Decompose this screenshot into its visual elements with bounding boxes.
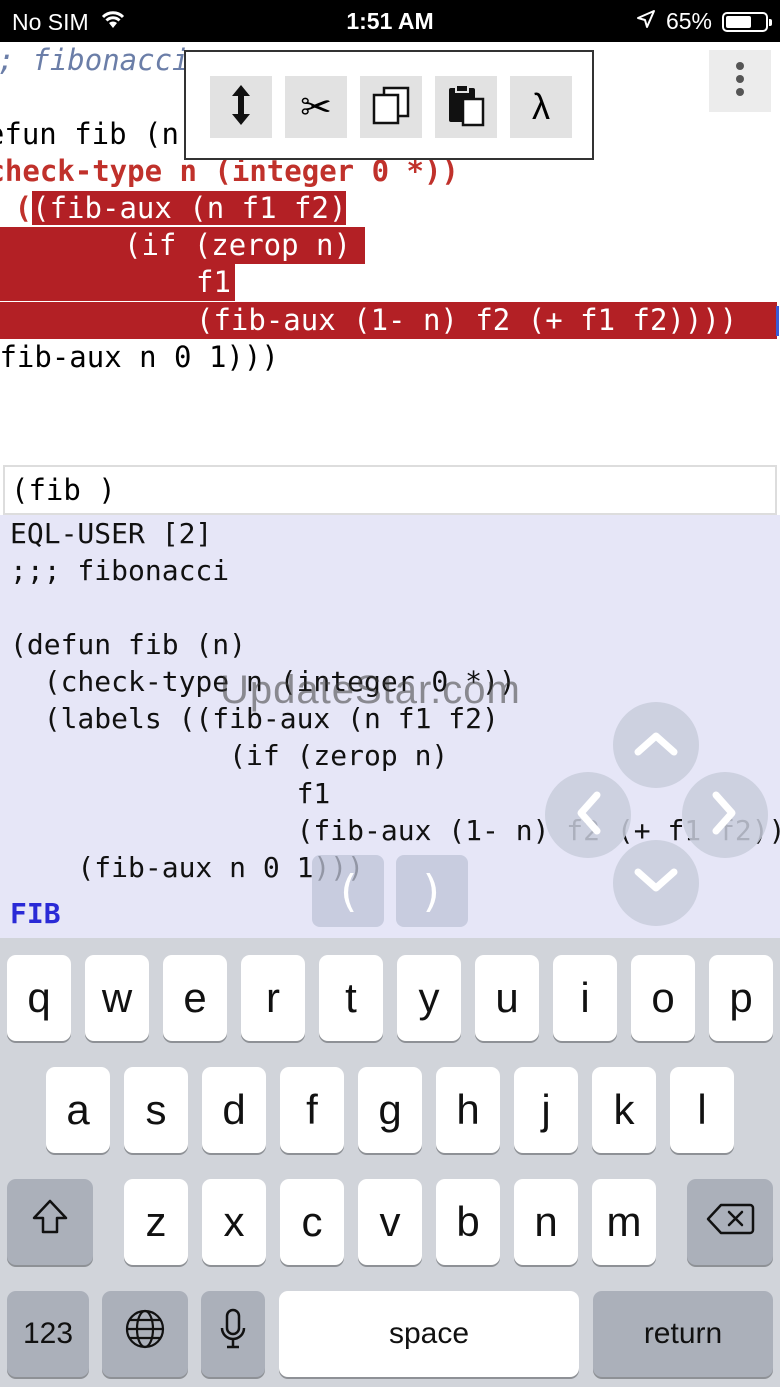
- key-l[interactable]: l: [670, 1067, 734, 1153]
- arrow-up-button[interactable]: [613, 702, 699, 788]
- key-y[interactable]: y: [397, 955, 461, 1041]
- selection-highlight: f1: [0, 264, 235, 301]
- keyboard: q w e r t y u i o p a s d f g h j k l z …: [0, 938, 780, 1387]
- key-p[interactable]: p: [709, 955, 773, 1041]
- key-b[interactable]: b: [436, 1179, 500, 1265]
- chevron-left-icon: [573, 789, 603, 842]
- editor-line: (labels ((fib-aux (n f1 f2): [0, 190, 347, 227]
- backspace-icon: [705, 1198, 755, 1246]
- key-n[interactable]: n: [514, 1179, 578, 1265]
- arrow-right-button[interactable]: [682, 772, 768, 858]
- key-d[interactable]: d: [202, 1067, 266, 1153]
- key-e[interactable]: e: [163, 955, 227, 1041]
- return-key[interactable]: return: [593, 1291, 773, 1377]
- key-w[interactable]: w: [85, 955, 149, 1041]
- edit-toolbar: ✂ λ: [184, 50, 594, 160]
- lambda-button[interactable]: λ: [510, 76, 572, 138]
- watermark: UpdateStar.com: [220, 668, 521, 712]
- key-q[interactable]: q: [7, 955, 71, 1041]
- key-a[interactable]: a: [46, 1067, 110, 1153]
- shift-icon: [30, 1198, 70, 1246]
- globe-icon: [124, 1308, 166, 1360]
- more-vertical-icon: [735, 61, 745, 102]
- repl-line: (if (zerop n): [10, 739, 449, 772]
- chevron-up-icon: [632, 728, 680, 763]
- select-expand-button[interactable]: [210, 76, 272, 138]
- key-h[interactable]: h: [436, 1067, 500, 1153]
- key-k[interactable]: k: [592, 1067, 656, 1153]
- selection-highlight: (if (zerop n): [0, 227, 365, 264]
- repl-line: ;;; fibonacci: [10, 554, 230, 587]
- key-f[interactable]: f: [280, 1067, 344, 1153]
- copy-icon: [370, 85, 412, 130]
- arrow-left-button[interactable]: [545, 772, 631, 858]
- command-input[interactable]: (fib ): [3, 465, 777, 515]
- chevron-down-icon: [632, 866, 680, 901]
- dictation-key[interactable]: [201, 1291, 265, 1377]
- key-m[interactable]: m: [592, 1179, 656, 1265]
- more-menu-button[interactable]: [709, 50, 771, 112]
- key-s[interactable]: s: [124, 1067, 188, 1153]
- vertical-arrows-icon: [229, 83, 253, 132]
- repl-prompt: EQL-USER [2]: [10, 517, 213, 550]
- numbers-key[interactable]: 123: [7, 1291, 89, 1377]
- cut-button[interactable]: ✂: [285, 76, 347, 138]
- key-v[interactable]: v: [358, 1179, 422, 1265]
- editor-text: (defun fib (n): [0, 117, 197, 151]
- key-x[interactable]: x: [202, 1179, 266, 1265]
- key-j[interactable]: j: [514, 1067, 578, 1153]
- microphone-icon: [219, 1308, 247, 1360]
- key-z[interactable]: z: [124, 1179, 188, 1265]
- globe-key[interactable]: [102, 1291, 188, 1377]
- scissors-icon: ✂: [300, 86, 332, 129]
- repl-line: (defun fib (n): [10, 628, 247, 661]
- key-u[interactable]: u: [475, 955, 539, 1041]
- editor-line: (fib-aux n 0 1))): [0, 340, 279, 374]
- paste-icon: [445, 83, 487, 132]
- location-arrow-icon: [636, 8, 656, 35]
- shift-key[interactable]: [7, 1179, 93, 1265]
- paste-button[interactable]: [435, 76, 497, 138]
- key-i[interactable]: i: [553, 955, 617, 1041]
- editor-line: ;; fibonacci: [0, 43, 190, 77]
- key-o[interactable]: o: [631, 955, 695, 1041]
- repl-line: f1: [10, 777, 331, 810]
- key-t[interactable]: t: [319, 955, 383, 1041]
- lambda-icon: λ: [532, 86, 550, 127]
- arrow-down-button[interactable]: [613, 840, 699, 926]
- key-r[interactable]: r: [241, 955, 305, 1041]
- close-paren-button[interactable]: ): [396, 855, 468, 927]
- battery-percent: 65%: [665, 8, 712, 34]
- open-paren-button[interactable]: (: [312, 855, 384, 927]
- repl-line: (fib-aux n 0 1))): [10, 851, 365, 884]
- chevron-right-icon: [710, 789, 740, 842]
- selection-highlight: (fib-aux (1- n) f2 (+ f1 f2)))): [0, 302, 777, 339]
- text-cursor: [776, 306, 779, 336]
- copy-button[interactable]: [360, 76, 422, 138]
- space-key[interactable]: space: [279, 1291, 579, 1377]
- repl-result: FIB: [10, 897, 61, 930]
- selection-highlight: (fib-aux (n f1 f2): [32, 191, 347, 225]
- key-g[interactable]: g: [358, 1067, 422, 1153]
- editor-text: (labels (: [14, 191, 33, 225]
- editor-line: (defun fib (n): [0, 116, 196, 153]
- key-c[interactable]: c: [280, 1179, 344, 1265]
- delete-key[interactable]: [687, 1179, 773, 1265]
- battery-icon: [722, 11, 772, 32]
- status-bar: No SIM 1:51 AM 65%: [0, 0, 780, 42]
